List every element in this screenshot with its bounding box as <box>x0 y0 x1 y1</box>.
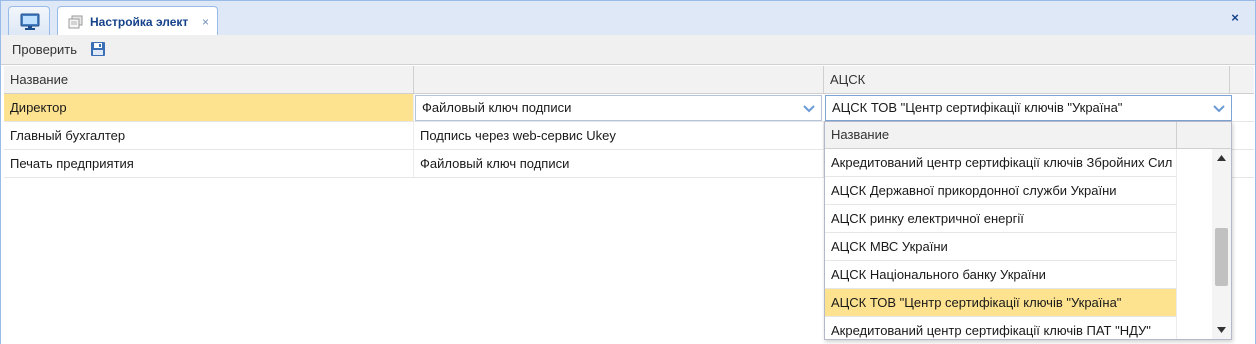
row-name-cell[interactable]: Главный бухгалтер <box>4 122 414 149</box>
table-row[interactable]: Директор Файловый ключ подписи АЦСК ТОВ … <box>4 94 1254 122</box>
row-key-type-cell[interactable]: Файловый ключ подписи <box>414 150 824 177</box>
row-key-type-cell[interactable]: Подпись через web-сервис Ukey <box>414 122 824 149</box>
dropdown-item[interactable]: АЦСК ринку електричної енергії <box>825 205 1177 233</box>
tab-strip: Настройка элект × × <box>0 0 1256 38</box>
close-icon[interactable]: × <box>1223 6 1247 30</box>
column-header-name[interactable]: Название <box>4 66 414 94</box>
tab-close-icon[interactable]: × <box>202 15 209 29</box>
row-name-cell[interactable]: Директор <box>4 94 414 121</box>
tab-settings[interactable]: Настройка элект × <box>57 6 218 38</box>
tab-title: Настройка элект <box>90 15 189 29</box>
column-header-key-type[interactable] <box>414 66 824 94</box>
save-icon[interactable] <box>90 41 106 57</box>
chevron-down-icon[interactable] <box>1211 100 1227 116</box>
dropdown-column-header[interactable]: Название <box>825 122 1177 149</box>
acsk-dropdown: Название Акредитований центр сертифікаці… <box>824 121 1232 340</box>
acsk-combo[interactable]: АЦСК ТОВ "Центр сертифікації ключів "Укр… <box>825 95 1232 121</box>
dropdown-list: Акредитований центр сертифікації ключів … <box>825 149 1177 339</box>
scroll-down-icon[interactable] <box>1216 325 1227 335</box>
column-header-extra <box>1230 66 1254 94</box>
check-button[interactable]: Проверить <box>12 42 77 57</box>
dropdown-item[interactable]: АЦСК МВС України <box>825 233 1177 261</box>
documents-icon <box>68 15 83 29</box>
chevron-down-icon[interactable] <box>801 100 817 116</box>
toolbar: Проверить <box>1 35 1255 65</box>
dropdown-item[interactable]: Акредитований центр сертифікації ключів … <box>825 317 1177 339</box>
key-type-combo-value: Файловый ключ подписи <box>422 100 572 115</box>
dropdown-header: Название <box>825 122 1231 149</box>
dropdown-scrollbar[interactable] <box>1212 149 1231 339</box>
dropdown-item-selected[interactable]: АЦСК ТОВ "Центр сертифікації ключів "Укр… <box>825 289 1177 317</box>
dropdown-item[interactable]: АЦСК Національного банку України <box>825 261 1177 289</box>
acsk-combo-value: АЦСК ТОВ "Центр сертифікації ключів "Укр… <box>832 100 1123 115</box>
grid-header: Название АЦСК <box>4 66 1254 94</box>
row-name-cell[interactable]: Печать предприятия <box>4 150 414 177</box>
column-header-acsk[interactable]: АЦСК <box>824 66 1230 94</box>
key-type-combo[interactable]: Файловый ключ подписи <box>415 95 822 121</box>
dropdown-item[interactable]: Акредитований центр сертифікації ключів … <box>825 149 1177 177</box>
scrollbar-thumb[interactable] <box>1215 228 1228 286</box>
tab-desktop[interactable] <box>8 6 50 37</box>
dropdown-item[interactable]: АЦСК Державної прикордонної служби Украї… <box>825 177 1177 205</box>
monitor-icon <box>20 13 40 30</box>
scroll-up-icon[interactable] <box>1216 153 1227 163</box>
